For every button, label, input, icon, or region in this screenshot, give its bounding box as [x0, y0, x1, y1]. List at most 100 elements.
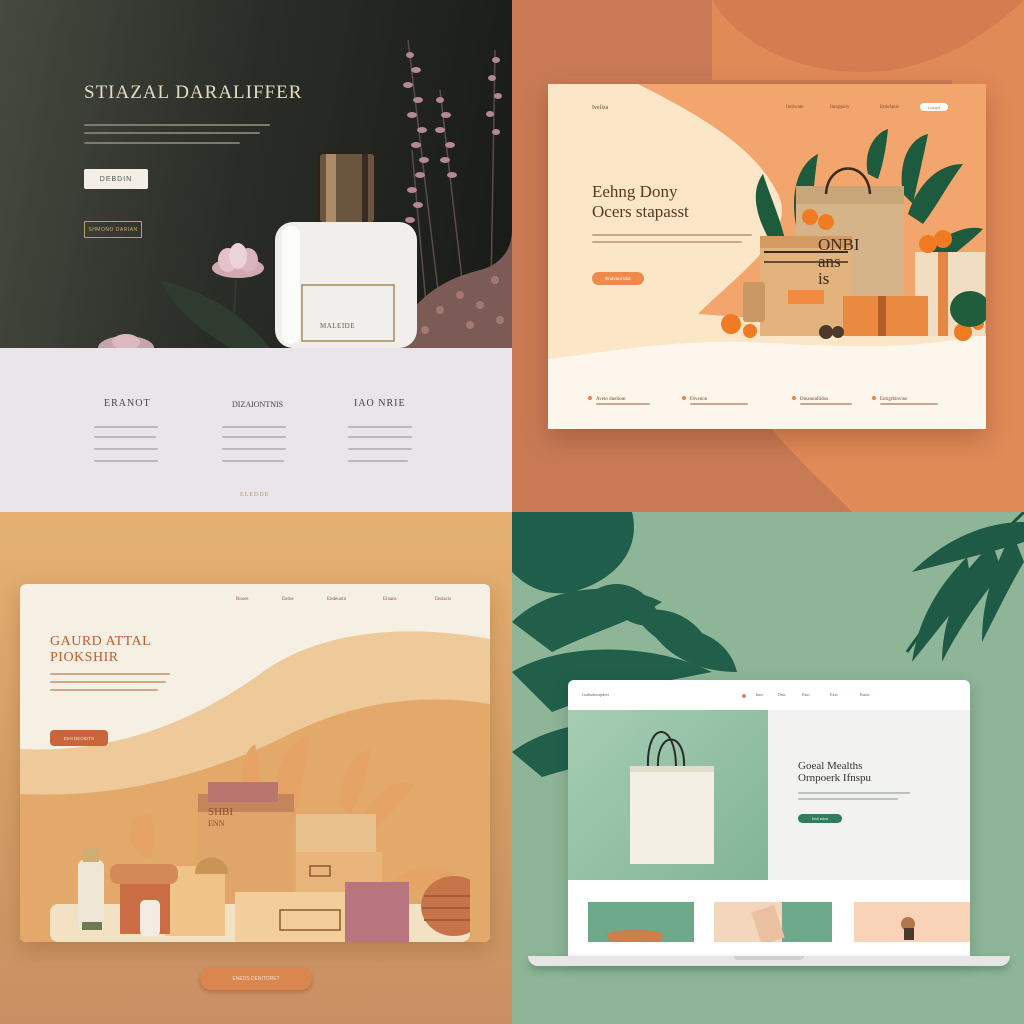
perfume-illustration: [160, 39, 512, 348]
headline: GAURD ATTAL PIOKSHIR: [50, 634, 151, 666]
feature-text-line: [94, 460, 158, 462]
feature-text-line: [222, 436, 286, 438]
primary-button[interactable]: DEBDIN: [84, 169, 148, 189]
feature-text-line: [690, 403, 748, 405]
cta-button-label: Endi adow: [811, 816, 829, 821]
nav-button-label: Lidopit: [928, 104, 940, 110]
headline-line: GAURD ATTAL: [50, 634, 152, 649]
outline-button[interactable]: SHMONO DARIAN: [84, 221, 142, 238]
body-text-line: [798, 798, 898, 800]
feature-text-line: [222, 460, 284, 462]
feature-column: ERANOT: [104, 398, 151, 409]
boxes-illustration: [50, 734, 470, 942]
nav-item[interactable]: Indiwate: [786, 105, 804, 110]
feature-bullet-icon: [588, 396, 592, 400]
feature-text-line: [94, 448, 158, 450]
feature-heading: ERANOT: [104, 398, 151, 409]
box-print-line: SHBI: [208, 806, 234, 818]
feature-title: Divenon: [690, 397, 708, 402]
feature-text-line: [348, 436, 412, 438]
nav-item[interactable]: Eino: [802, 692, 810, 697]
laptop-notch: [734, 956, 804, 960]
nav-item[interactable]: Rnoes: [236, 597, 249, 602]
bag-print-line: ans: [818, 252, 841, 271]
feature-heading: DIZAIONTNIS: [232, 400, 284, 409]
feature-text-line: [94, 426, 158, 428]
outline-button-label: SHMONO DARIAN: [88, 226, 138, 233]
nav-item[interactable]: Entne: [282, 597, 294, 602]
feature-bullet-icon: [872, 396, 876, 400]
perfume-landing-mockup: STIAZAL DARALIFFER DEBDIN SHMONO DARIAN: [0, 0, 512, 512]
headline-line: PIOKSHIR: [50, 650, 119, 665]
headline-line: Ocers stapasst: [592, 202, 689, 221]
website-card: Iveliza Indiwate Intoppoiy Ettielanis Li…: [548, 84, 986, 429]
headline: Eehng Dony Ocers stapasst: [592, 182, 689, 222]
feature-columns: ERANOT DIZAIONTNIS IAO NRIE ELEDDE: [0, 348, 512, 512]
feature-bullet-icon: [682, 396, 686, 400]
nav-item[interactable]: Einans: [383, 597, 397, 602]
box-print-line: ENN: [208, 819, 225, 828]
brand[interactable]: Grabsdensrpdeet: [582, 692, 612, 697]
laptop-screen: Grabsdensrpdeet Inns Dnis Eino Eiris Ent…: [568, 680, 970, 956]
nav-item[interactable]: Dnis: [778, 692, 786, 697]
feature-title: Aveto dueliom: [596, 397, 626, 402]
cta-button[interactable]: Endi adow: [798, 814, 842, 823]
cta-button[interactable]: Endvaut tdot: [592, 272, 644, 285]
primary-button-label: DEBDIN: [99, 175, 133, 183]
bag-print-line: ONBI: [818, 235, 860, 254]
body-text-line: [50, 673, 170, 675]
feature-text-line: [880, 403, 938, 405]
feature-text-line: [222, 426, 286, 428]
feature-column: DIZAIONTNIS: [232, 400, 283, 409]
product-card[interactable]: [714, 902, 832, 942]
bag-print-line: is: [818, 269, 830, 288]
body-text-line: [50, 681, 166, 683]
nav-item[interactable]: Entris: [860, 692, 870, 697]
feature-text-line: [222, 448, 286, 450]
hero-text-panel: Goeal Mealths Ornpoerk Ifnspu Endi adow: [768, 710, 970, 880]
feature-column: IAO NRIE: [354, 398, 406, 409]
feature-text-line: [596, 403, 650, 405]
laptop-base: [528, 956, 1010, 966]
body-text-line: [50, 689, 158, 691]
feature-heading: IAO NRIE: [354, 398, 406, 409]
bottle-label-text: MALEIDE: [320, 322, 355, 330]
nav-dot-icon: [742, 694, 746, 698]
feature-text-line: [348, 426, 412, 428]
feature-text-line: [800, 403, 852, 405]
bottom-button-label: ENEDS DENITDRET: [232, 976, 280, 982]
website-card: Rnoes Entne Endeuotn Einans Entiacis GAU…: [20, 584, 490, 942]
nav-item[interactable]: Endeuotn: [327, 597, 346, 602]
nav-item[interactable]: Intoppoiy: [830, 105, 849, 110]
product-image: [901, 917, 915, 940]
product-card[interactable]: [588, 902, 694, 942]
nav-item[interactable]: Eiris: [830, 692, 838, 697]
small-flower: [98, 334, 154, 348]
footer-link[interactable]: ELEDDE: [240, 492, 269, 498]
body-text-line: [798, 792, 910, 794]
packaging-landing-mockup: Rnoes Entne Endeuotn Einans Entiacis GAU…: [0, 512, 512, 1024]
nav-button[interactable]: Lidopit: [920, 103, 948, 111]
feature-title: Entigrbinvine: [880, 397, 908, 402]
perfume-hero: STIAZAL DARALIFFER DEBDIN SHMONO DARIAN: [0, 0, 512, 348]
bottom-button[interactable]: ENEDS DENITDRET: [200, 968, 312, 990]
headline-line: Eehng Dony: [592, 182, 678, 201]
product-card[interactable]: [854, 902, 970, 942]
feature-bullet-icon: [792, 396, 796, 400]
headline: Goeal Mealths Ornpoerk Ifnspu: [798, 760, 871, 784]
feature-title: Dieannidlidos: [800, 397, 829, 402]
box-print: SHBI ENN: [208, 806, 233, 830]
bag-print: ONBI ans is: [818, 236, 860, 287]
hero-image-panel: [568, 710, 768, 880]
nav-item[interactable]: Ettielanis: [880, 105, 899, 110]
feature-text-line: [348, 460, 408, 462]
feature-text-line: [348, 448, 412, 450]
feature-text-line: [94, 436, 156, 438]
logo[interactable]: Iveliza: [592, 105, 608, 111]
nav-item[interactable]: Inns: [756, 692, 763, 697]
nav-item[interactable]: Entiacis: [435, 597, 451, 602]
cta-button-label: Endvaut tdot: [605, 276, 631, 281]
laptop-landing-mockup: Grabsdensrpdeet Inns Dnis Eino Eiris Ent…: [512, 512, 1024, 1024]
tote-bag-image: [630, 731, 714, 864]
product-image: [606, 929, 664, 942]
